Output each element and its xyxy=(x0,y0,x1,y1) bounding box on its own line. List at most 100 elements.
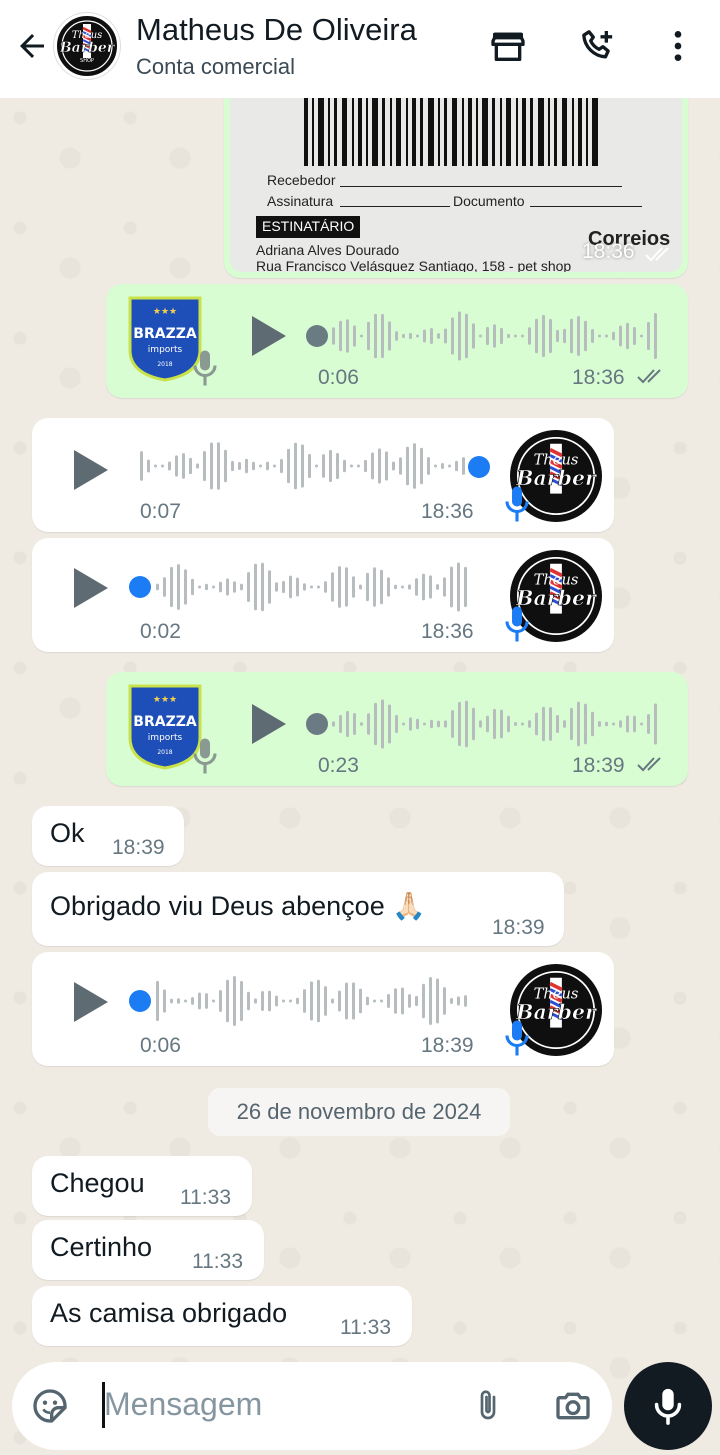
waveform-bar xyxy=(317,979,320,1023)
audio-waveform[interactable] xyxy=(332,306,662,366)
text-message[interactable]: Certinho 11:33 xyxy=(32,1220,264,1280)
waveform-bar xyxy=(308,453,311,479)
waveform-bar xyxy=(198,585,201,589)
text-message[interactable]: As camisa obrigado 11:33 xyxy=(32,1286,412,1346)
message-time: 18:36 xyxy=(421,620,474,643)
waveform-bar xyxy=(535,712,538,736)
waveform-bar xyxy=(310,981,313,1021)
audio-waveform[interactable] xyxy=(140,436,470,496)
more-vert-icon[interactable] xyxy=(658,26,698,66)
waveform-bar xyxy=(156,980,159,1022)
waveform-bar xyxy=(408,584,411,590)
waveform-bar xyxy=(184,569,187,605)
store-icon[interactable] xyxy=(488,26,528,66)
date-separator: 26 de novembro de 2024 xyxy=(208,1088,510,1136)
play-icon[interactable] xyxy=(70,448,110,492)
audio-waveform[interactable] xyxy=(156,971,476,1031)
waveform-bar xyxy=(605,334,608,338)
waveform-bar xyxy=(493,324,496,348)
add-call-icon[interactable] xyxy=(578,26,618,66)
voice-record-button[interactable] xyxy=(624,1362,712,1450)
waveform-bar xyxy=(287,448,290,484)
waveform-bar xyxy=(486,326,489,346)
waveform-bar xyxy=(378,448,381,484)
message-time: 18:39 xyxy=(572,754,625,777)
waveform-bar xyxy=(413,443,416,489)
waveform-bar xyxy=(329,449,332,483)
play-icon[interactable] xyxy=(70,980,110,1024)
message-time: 11:33 xyxy=(192,1250,243,1273)
waveform-bar xyxy=(360,334,363,338)
message-input[interactable]: Mensagem xyxy=(104,1386,262,1423)
waveform-bar xyxy=(394,584,397,590)
waveform-bar xyxy=(577,701,580,747)
waveform-bar xyxy=(458,701,461,747)
waveform-bar xyxy=(429,575,432,599)
audio-seek-handle[interactable] xyxy=(468,456,490,478)
waveform-bar xyxy=(154,464,157,468)
audio-seek-handle[interactable] xyxy=(306,325,328,347)
waveform-bar xyxy=(231,460,234,472)
waveform-bar xyxy=(219,989,222,1013)
contact-name[interactable]: Matheus De Oliveira xyxy=(136,12,417,48)
waveform-bar xyxy=(521,722,524,726)
message-composer[interactable]: Mensagem xyxy=(12,1362,612,1450)
play-icon[interactable] xyxy=(70,566,110,610)
waveform-bar xyxy=(191,578,194,596)
camera-icon[interactable] xyxy=(552,1386,594,1426)
waveform-bar xyxy=(462,457,465,475)
label-assinatura: Assinatura xyxy=(267,193,334,209)
waveform-bar xyxy=(373,567,376,607)
audio-waveform[interactable] xyxy=(332,694,662,754)
contact-avatar[interactable]: Theus Barber SHOP xyxy=(54,13,120,79)
audio-seek-handle[interactable] xyxy=(306,713,328,735)
waveform-bar xyxy=(619,720,622,728)
read-receipt-icon xyxy=(637,369,661,384)
waveform-bar xyxy=(380,569,383,605)
waveform-bar xyxy=(570,318,573,354)
waveform-bar xyxy=(212,999,215,1003)
waveform-bar xyxy=(399,457,402,475)
message-text: Chegou xyxy=(50,1168,145,1198)
chat-header: Theus Barber SHOP Matheus De Oliveira Co… xyxy=(0,0,720,98)
text-message[interactable]: Ok 18:39 xyxy=(32,806,184,866)
waveform-bar xyxy=(528,720,531,728)
waveform-bar xyxy=(451,710,454,738)
waveform-bar xyxy=(640,722,643,726)
play-icon[interactable] xyxy=(248,702,288,746)
message-time: 18:36 xyxy=(421,500,474,523)
waveform-bar xyxy=(535,318,538,354)
attach-icon[interactable] xyxy=(470,1384,506,1428)
waveform-bar xyxy=(605,721,608,727)
waveform-bar xyxy=(387,577,390,597)
back-arrow-icon[interactable] xyxy=(14,28,50,64)
waveform-bar xyxy=(332,721,335,727)
audio-seek-handle[interactable] xyxy=(129,576,151,598)
text-message[interactable]: Chegou 11:33 xyxy=(32,1156,252,1216)
brazza-year: 2018 xyxy=(157,361,172,368)
audio-waveform[interactable] xyxy=(156,557,476,617)
waveform-bar xyxy=(500,327,503,345)
image-message[interactable]: Recebedor Assinatura Documento ESTINATÁR… xyxy=(224,80,688,278)
shipping-label-photo[interactable]: Recebedor Assinatura Documento ESTINATÁR… xyxy=(230,80,682,272)
waveform-bar xyxy=(443,987,446,1015)
play-icon[interactable] xyxy=(248,314,288,358)
sticker-icon[interactable] xyxy=(30,1386,70,1426)
waveform-bar xyxy=(598,721,601,727)
waveform-bar xyxy=(352,982,355,1020)
waveform-bar xyxy=(336,452,339,480)
waveform-bar xyxy=(346,319,349,353)
waveform-bar xyxy=(240,583,243,591)
waveform-bar xyxy=(360,722,363,726)
waveform-bar xyxy=(394,988,397,1014)
waveform-bar xyxy=(357,464,360,468)
logo-text-barber: Barber xyxy=(59,40,116,56)
audio-seek-handle[interactable] xyxy=(129,990,151,1012)
text-message[interactable]: Obrigado viu Deus abençoe 🙏🏻 18:39 xyxy=(32,872,564,946)
waveform-bar xyxy=(395,331,398,341)
waveform-bar xyxy=(266,461,269,471)
waveform-bar xyxy=(233,976,236,1026)
waveform-bar xyxy=(353,713,356,735)
waveform-bar xyxy=(273,464,276,468)
waveform-bar xyxy=(259,464,262,468)
